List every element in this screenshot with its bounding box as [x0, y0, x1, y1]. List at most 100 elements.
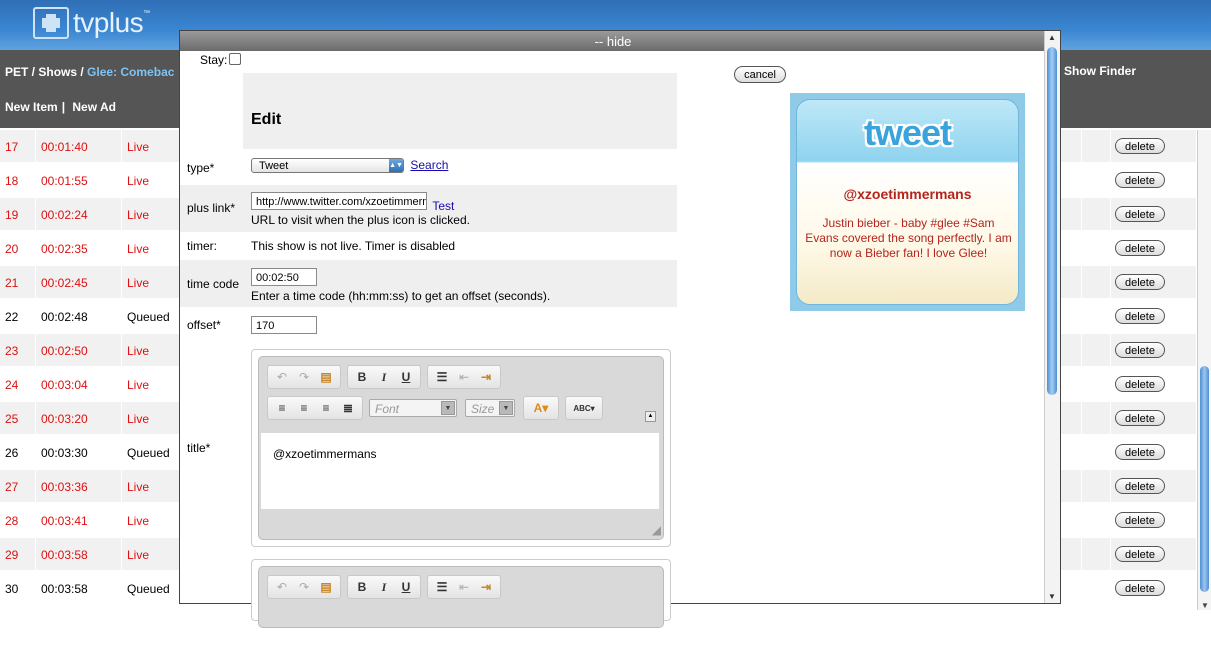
delete-button[interactable]: delete — [1115, 376, 1165, 392]
outdent-icon[interactable]: ⇤ — [453, 370, 475, 384]
resize-grip-icon[interactable]: ◢ — [652, 523, 661, 537]
scroll-up-arrow-icon[interactable]: ▲ — [1048, 33, 1056, 42]
column-divider — [121, 504, 122, 536]
breadcrumb-pet[interactable]: PET — [5, 65, 28, 79]
column-divider — [35, 334, 36, 366]
indent-icon[interactable]: ⇥ — [475, 370, 497, 384]
undo-icon[interactable]: ↶ — [271, 370, 293, 384]
font-select[interactable]: Font ▼ — [369, 399, 457, 417]
bullet-list-icon[interactable]: ☰ — [431, 370, 453, 384]
column-divider — [1110, 368, 1111, 400]
paste-icon[interactable]: ▤ — [315, 370, 337, 384]
column-divider — [35, 164, 36, 196]
tweet-logo: tweet — [863, 112, 952, 153]
align-right-icon[interactable]: ≡ — [315, 401, 337, 415]
text-color-icon[interactable]: A▾ — [527, 401, 555, 415]
column-divider — [1081, 130, 1082, 162]
bold-icon[interactable]: B — [351, 370, 373, 384]
show-finder-link[interactable]: Show Finder — [1064, 64, 1136, 78]
row-number: 26 — [5, 446, 19, 460]
modal-scrollbar[interactable]: ▲ ▼ — [1044, 31, 1060, 603]
bullet-list-icon[interactable]: ☰ — [431, 580, 453, 594]
delete-button[interactable]: delete — [1115, 444, 1165, 460]
nav-links: New Item | New Ad — [5, 100, 120, 114]
search-link[interactable]: Search — [410, 158, 448, 172]
column-divider — [1081, 198, 1082, 230]
delete-button[interactable]: delete — [1115, 172, 1165, 188]
plus-link-row: plus link* http://www.twitter.com/xzoeti… — [180, 185, 677, 232]
scroll-down-arrow-icon[interactable]: ▼ — [1048, 592, 1056, 601]
select-arrows-icon: ▲▼ — [389, 159, 403, 173]
timecode-input[interactable]: 00:02:50 — [251, 268, 317, 286]
plus-link-input[interactable]: http://www.twitter.com/xzoetimmermans — [251, 192, 427, 210]
delete-button[interactable]: delete — [1115, 342, 1165, 358]
paste-icon[interactable]: ▤ — [315, 580, 337, 594]
stay-checkbox[interactable] — [229, 53, 242, 65]
spellcheck-icon[interactable]: ABC▾ — [569, 404, 599, 413]
column-divider — [1110, 300, 1111, 332]
underline-icon[interactable]: U — [395, 580, 417, 594]
delete-button[interactable]: delete — [1115, 410, 1165, 426]
row-time: 00:03:58 — [41, 582, 88, 596]
chevron-down-icon: ▼ — [441, 401, 455, 415]
stay-option: Stay: — [200, 53, 242, 67]
offset-input[interactable]: 170 — [251, 316, 317, 334]
delete-button[interactable]: delete — [1115, 546, 1165, 562]
row-status: Live — [127, 378, 150, 392]
align-justify-icon[interactable]: ≣ — [337, 401, 359, 415]
redo-icon[interactable]: ↷ — [293, 580, 315, 594]
delete-button[interactable]: delete — [1115, 240, 1165, 256]
italic-icon[interactable]: I — [373, 580, 395, 595]
delete-button[interactable]: delete — [1115, 478, 1165, 494]
row-number: 25 — [5, 412, 19, 426]
plus-link-help: URL to visit when the plus icon is click… — [251, 213, 470, 227]
tweet-preview: tweet @xzoetimmermans Justin bieber - ba… — [790, 93, 1025, 311]
timecode-label: time code — [187, 277, 240, 291]
new-ad-link[interactable]: New Ad — [72, 100, 116, 114]
cancel-button[interactable]: cancel — [734, 66, 786, 83]
tweet-text: Justin bieber - baby #glee #Sam Evans co… — [805, 216, 1012, 260]
size-select[interactable]: Size ▼ — [465, 399, 515, 417]
modal-scroll-thumb[interactable] — [1047, 47, 1057, 395]
delete-button[interactable]: delete — [1115, 274, 1165, 290]
delete-button[interactable]: delete — [1115, 580, 1165, 596]
new-item-link[interactable]: New Item — [5, 100, 58, 114]
scroll-down-arrow-icon[interactable]: ▼ — [1201, 601, 1209, 610]
delete-button[interactable]: delete — [1115, 138, 1165, 154]
title-editor-body[interactable]: @xzoetimmermans — [261, 433, 659, 509]
tvplus-logo[interactable]: tvplus ™ — [33, 6, 150, 40]
breadcrumb-shows[interactable]: Shows — [38, 65, 77, 79]
page-scrollbar[interactable]: ▼ — [1197, 130, 1211, 610]
underline-icon[interactable]: U — [395, 370, 417, 384]
redo-icon[interactable]: ↷ — [293, 370, 315, 384]
row-time: 00:01:40 — [41, 140, 88, 154]
test-link[interactable]: Test — [432, 199, 454, 213]
align-center-icon[interactable]: ≡ — [293, 401, 315, 415]
breadcrumb: PET / Shows / Glee: Comebac — [5, 65, 174, 79]
column-divider — [1110, 130, 1111, 162]
column-divider — [35, 130, 36, 162]
bold-icon[interactable]: B — [351, 580, 373, 594]
hide-modal-bar[interactable]: -- hide — [180, 31, 1046, 51]
row-status: Live — [127, 174, 150, 188]
delete-button[interactable]: delete — [1115, 206, 1165, 222]
font-placeholder: Font — [375, 402, 400, 416]
undo-icon[interactable]: ↶ — [271, 580, 293, 594]
row-number: 18 — [5, 174, 19, 188]
column-divider — [121, 232, 122, 264]
row-status: Live — [127, 480, 150, 494]
tweet-username: @xzoetimmermans — [843, 186, 972, 202]
delete-button[interactable]: delete — [1115, 512, 1165, 528]
italic-icon[interactable]: I — [373, 370, 395, 385]
indent-icon[interactable]: ⇥ — [475, 580, 497, 594]
outdent-icon[interactable]: ⇤ — [453, 580, 475, 594]
column-divider — [1081, 232, 1082, 264]
page-scroll-thumb[interactable] — [1200, 366, 1209, 592]
column-divider — [121, 436, 122, 468]
column-divider — [121, 164, 122, 196]
collapse-toolbar-icon[interactable]: ▲ — [645, 411, 656, 422]
type-select[interactable]: Tweet ▲▼ — [251, 158, 404, 174]
delete-button[interactable]: delete — [1115, 308, 1165, 324]
row-number: 19 — [5, 208, 19, 222]
align-left-icon[interactable]: ≡ — [271, 401, 293, 415]
